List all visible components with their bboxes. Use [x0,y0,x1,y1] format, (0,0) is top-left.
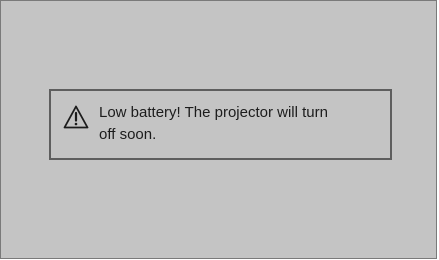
warning-icon [63,105,89,129]
warning-message: Low battery! The projector will turn off… [99,104,328,143]
low-battery-warning-dialog: Low battery! The projector will turn off… [49,89,392,160]
projector-screen: Low battery! The projector will turn off… [0,0,437,259]
